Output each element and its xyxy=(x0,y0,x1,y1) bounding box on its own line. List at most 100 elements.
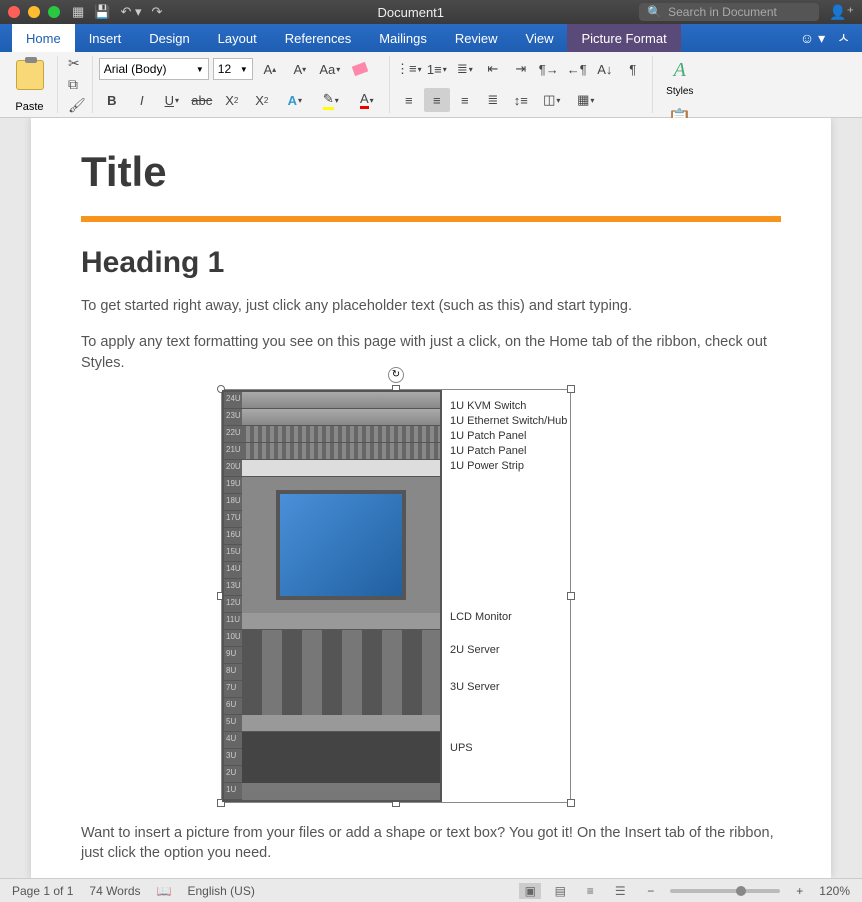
align-right-icon[interactable]: ≡ xyxy=(452,88,478,112)
rack-labels: 1U KVM Switch 1U Ethernet Switch/Hub 1U … xyxy=(442,390,567,802)
rack-patch-2 xyxy=(242,443,440,460)
ltr-icon[interactable]: ¶→ xyxy=(536,57,562,81)
superscript-button[interactable]: X2 xyxy=(249,88,275,112)
bold-button[interactable]: B xyxy=(99,88,125,112)
strikethrough-button[interactable]: abc xyxy=(189,88,215,112)
tab-references[interactable]: References xyxy=(271,24,365,52)
justify-icon[interactable]: ≣ xyxy=(480,88,506,112)
label-2u: 2U Server xyxy=(450,645,567,656)
sort-icon[interactable]: A↓ xyxy=(592,57,618,81)
rack-body xyxy=(242,392,440,800)
styles-group: A Styles 📋 Styles Pane xyxy=(659,56,707,113)
shading-icon[interactable]: ◫▾ xyxy=(536,88,568,112)
rack-gap xyxy=(242,613,440,630)
tab-picture-format[interactable]: Picture Format xyxy=(567,24,680,52)
rack-ups xyxy=(242,732,440,783)
label-patch1: 1U Patch Panel xyxy=(450,431,567,442)
rack-patch-1 xyxy=(242,426,440,443)
tab-design[interactable]: Design xyxy=(135,24,203,52)
doc-paragraph-3[interactable]: Want to insert a picture from your files… xyxy=(81,823,781,864)
doc-heading1[interactable]: Heading 1 xyxy=(81,246,781,280)
label-kvm: 1U KVM Switch xyxy=(450,401,567,412)
line-spacing-icon[interactable]: ↕≡ xyxy=(508,88,534,112)
font-family-select[interactable]: Arial (Body)▼ xyxy=(99,58,209,80)
rack-kvm xyxy=(242,392,440,409)
bullets-icon[interactable]: ⋮≡▾ xyxy=(396,57,422,81)
paste-button[interactable]: Paste xyxy=(15,101,43,113)
zoom-value[interactable]: 120% xyxy=(819,884,850,898)
rack-3u-server xyxy=(242,664,440,715)
italic-button[interactable]: I xyxy=(129,88,155,112)
clear-format-icon[interactable] xyxy=(347,57,373,81)
clipboard-extra: ✂ ⧉ 🖌 xyxy=(64,56,86,113)
tab-insert[interactable]: Insert xyxy=(75,24,136,52)
search-input[interactable]: 🔍 Search in Document xyxy=(639,3,819,21)
word-count[interactable]: 74 Words xyxy=(89,884,140,898)
tab-review[interactable]: Review xyxy=(441,24,512,52)
font-size-select[interactable]: 12▼ xyxy=(213,58,253,80)
inserted-image[interactable]: ↻ 24U23U22U21U20U19U18U17U16U15U14U13U12… xyxy=(221,389,571,803)
rtl-icon[interactable]: ←¶ xyxy=(564,57,590,81)
print-layout-icon[interactable]: ▣ xyxy=(519,883,541,899)
doc-paragraph-2[interactable]: To apply any text formatting you see on … xyxy=(81,332,781,373)
align-center-icon[interactable]: ≡ xyxy=(424,88,450,112)
tab-mailings[interactable]: Mailings xyxy=(365,24,441,52)
change-case-icon[interactable]: Aa▾ xyxy=(317,57,343,81)
show-marks-icon[interactable]: ¶ xyxy=(620,57,646,81)
paste-icon[interactable] xyxy=(16,60,44,90)
tab-layout[interactable]: Layout xyxy=(204,24,271,52)
multilevel-list-icon[interactable]: ≣▾ xyxy=(452,57,478,81)
resize-handle-mr[interactable] xyxy=(567,592,575,600)
outline-icon[interactable]: ≡ xyxy=(579,883,601,899)
highlight-icon[interactable]: ✎▾ xyxy=(315,88,347,112)
cut-icon[interactable]: ✂ xyxy=(68,55,86,72)
styles-label: Styles xyxy=(666,86,693,97)
maximize-window-icon[interactable] xyxy=(48,6,60,18)
language[interactable]: English (US) xyxy=(187,884,254,898)
document-canvas[interactable]: Title Heading 1 To get started right awa… xyxy=(0,118,862,878)
rack-lcd xyxy=(242,477,440,613)
doc-paragraph-1[interactable]: To get started right away, just click an… xyxy=(81,296,781,316)
rotate-handle-icon[interactable]: ↻ xyxy=(388,367,404,383)
grow-font-icon[interactable]: A▴ xyxy=(257,57,283,81)
page-count[interactable]: Page 1 of 1 xyxy=(12,884,73,898)
subscript-button[interactable]: X2 xyxy=(219,88,245,112)
tab-view[interactable]: View xyxy=(512,24,568,52)
undo-icon[interactable]: ↶ ▾ xyxy=(120,4,141,20)
tab-home[interactable]: Home xyxy=(12,24,75,52)
minimize-window-icon[interactable] xyxy=(28,6,40,18)
styles-button[interactable]: A Styles xyxy=(659,56,701,97)
resize-handle-br[interactable] xyxy=(567,799,575,807)
increase-indent-icon[interactable]: ⇥ xyxy=(508,57,534,81)
label-patch2: 1U Patch Panel xyxy=(450,446,567,457)
underline-button[interactable]: U▾ xyxy=(159,88,185,112)
rack-power xyxy=(242,460,440,477)
spellcheck-icon[interactable]: 📖 xyxy=(157,884,172,898)
zoom-slider[interactable] xyxy=(670,889,780,893)
text-effects-icon[interactable]: A▾ xyxy=(279,88,311,112)
zoom-in-icon[interactable]: + xyxy=(796,884,803,898)
smiley-icon[interactable]: ☺ ▾ xyxy=(800,30,825,47)
rack-rail: 24U23U22U21U20U19U18U17U16U15U14U13U12U1… xyxy=(224,392,242,800)
web-layout-icon[interactable]: ▤ xyxy=(549,883,571,899)
format-painter-icon[interactable]: 🖌 xyxy=(68,97,86,114)
resize-handle-tr[interactable] xyxy=(567,385,575,393)
align-left-icon[interactable]: ≡ xyxy=(396,88,422,112)
zoom-thumb[interactable] xyxy=(736,886,746,896)
decrease-indent-icon[interactable]: ⇤ xyxy=(480,57,506,81)
font-color-icon[interactable]: A▾ xyxy=(351,88,383,112)
close-window-icon[interactable] xyxy=(8,6,20,18)
shrink-font-icon[interactable]: A▾ xyxy=(287,57,313,81)
share-icon[interactable]: 👤⁺ xyxy=(829,4,854,21)
zoom-out-icon[interactable]: − xyxy=(647,884,654,898)
copy-icon[interactable]: ⧉ xyxy=(68,76,86,93)
borders-icon[interactable]: ▦▾ xyxy=(570,88,602,112)
save-icon[interactable]: 💾 xyxy=(94,4,110,20)
numbering-icon[interactable]: 1≡▾ xyxy=(424,57,450,81)
doc-title[interactable]: Title xyxy=(81,148,781,196)
autosave-icon[interactable]: ▦ xyxy=(72,4,84,20)
redo-icon[interactable]: ↷ xyxy=(152,4,163,20)
rack: 24U23U22U21U20U19U18U17U16U15U14U13U12U1… xyxy=(222,390,442,802)
draft-icon[interactable]: ☰ xyxy=(609,883,631,899)
collapse-ribbon-icon[interactable]: ㅅ xyxy=(837,28,850,48)
